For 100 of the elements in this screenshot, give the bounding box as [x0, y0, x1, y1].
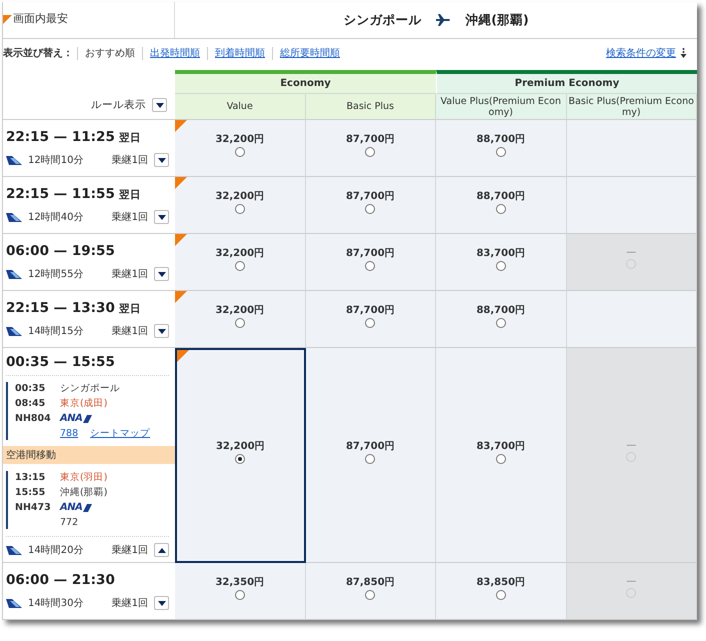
departure-station: 東京(羽田)	[60, 471, 108, 484]
fare-price: 88,700円	[476, 304, 526, 316]
caret-up-icon	[156, 546, 166, 554]
fare-price: 87,700円	[346, 246, 395, 260]
arrival-time: 08:45	[15, 397, 46, 410]
radio-button[interactable]	[496, 146, 506, 156]
flight-times: 22:15 — 11:25	[6, 129, 115, 145]
fare-cell[interactable]: 88,700円	[436, 120, 566, 177]
stops-label: 乗継1回	[112, 268, 148, 281]
fare-cell[interactable]: 88,700円	[436, 291, 566, 348]
airplane-icon	[435, 12, 452, 28]
radio-button[interactable]	[234, 204, 245, 214]
rules-dropdown-button[interactable]	[152, 98, 167, 112]
fare-cell[interactable]: 32,200円	[175, 120, 306, 177]
next-day-label: 翌日	[118, 188, 141, 202]
fare-cell[interactable]: 88,700円	[436, 177, 566, 234]
down-arrow-icon	[680, 48, 687, 58]
radio-button[interactable]	[496, 204, 506, 214]
seat-map-link[interactable]: シートマップ	[90, 427, 150, 440]
stops-label: 乗継1回	[112, 324, 148, 338]
fare-cell[interactable]: 87,700円	[306, 291, 436, 348]
radio-button[interactable]	[234, 260, 245, 270]
radio-button[interactable]	[365, 146, 376, 156]
corner-flag-icon	[3, 15, 12, 24]
radio-button[interactable]	[496, 454, 506, 464]
fare-cell[interactable]: 87,700円	[306, 120, 436, 177]
fare-cell[interactable]: 32,200円	[175, 177, 306, 234]
sort-link[interactable]: 出発時間順	[150, 48, 200, 58]
radio-button[interactable]	[234, 590, 245, 600]
unavailable-dash: —	[626, 247, 636, 258]
fare-cell[interactable]: 87,700円	[306, 348, 436, 563]
radio-button[interactable]	[365, 204, 376, 214]
radio-button[interactable]	[496, 318, 506, 328]
radio-button[interactable]	[234, 318, 245, 328]
details-toggle-button[interactable]	[154, 267, 169, 281]
details-toggle-button[interactable]	[154, 543, 169, 557]
flight-duration: 12時間40分	[28, 210, 84, 224]
fare-cell[interactable]: 83,700円	[436, 348, 566, 563]
fare-cell[interactable]: 87,850円	[306, 563, 436, 620]
aircraft-type: 772	[60, 516, 78, 529]
radio-button[interactable]	[234, 146, 245, 156]
destination-city: 沖縄(那覇)	[465, 12, 529, 28]
caret-down-icon	[154, 102, 164, 108]
fare-cell[interactable]: 83,700円	[436, 234, 566, 291]
fare-cell[interactable]: 32,200円	[175, 291, 306, 348]
flight-number: NH804	[15, 412, 52, 425]
fare-cell[interactable]: 87,700円	[306, 234, 436, 291]
departure-time: 00:35	[15, 382, 46, 395]
fare-price: 32,200円	[216, 440, 265, 453]
fare-cell[interactable]: 32,350円	[175, 563, 306, 620]
details-toggle-button[interactable]	[154, 153, 169, 167]
radio-button[interactable]	[496, 590, 506, 600]
fare-group-header: Economy	[175, 70, 436, 94]
fare-cell[interactable]: 32,200円	[175, 348, 306, 563]
rules-label: ルール表示	[91, 98, 146, 112]
arrival-station: 沖縄(那覇)	[60, 486, 108, 499]
fare-cell[interactable]: 83,850円	[436, 563, 566, 620]
fare-price: 32,200円	[215, 246, 264, 260]
arrival-station: 東京(成田)	[60, 397, 108, 410]
fare-price: 87,700円	[346, 132, 395, 146]
radio-button[interactable]	[496, 260, 506, 270]
radio-button[interactable]	[365, 454, 376, 464]
radio-button[interactable]	[235, 454, 246, 464]
details-toggle-button[interactable]	[154, 596, 169, 610]
change-search-link[interactable]: 検索条件の変更	[606, 46, 676, 60]
fare-price: 32,200円	[215, 132, 264, 146]
details-toggle-button[interactable]	[154, 324, 169, 338]
flight-duration: 14時間20分	[28, 544, 84, 557]
stops-label: 乗継1回	[112, 596, 148, 610]
radio-button[interactable]	[365, 590, 376, 600]
airline-logo: ANA	[60, 501, 169, 514]
radio-button[interactable]	[365, 260, 376, 270]
aircraft-link[interactable]: 788	[60, 427, 78, 440]
fare-type-header: Basic Plus	[306, 94, 436, 120]
fare-cell[interactable]: 32,200円	[175, 234, 306, 291]
stops-label: 乗継1回	[112, 154, 148, 167]
fare-group-header: Premium Economy	[436, 70, 697, 94]
unavailable-dash: —	[626, 440, 636, 451]
fare-price: 32,350円	[215, 576, 264, 588]
airline-logo: ANA	[60, 412, 169, 425]
airline-tail-icon	[6, 211, 22, 223]
arrival-time: 15:55	[15, 486, 46, 499]
fare-cell[interactable]: 87,700円	[306, 177, 436, 234]
fare-price: 83,700円	[476, 440, 526, 452]
departure-time: 13:15	[15, 471, 46, 484]
caret-down-icon	[156, 328, 166, 334]
radio-button[interactable]	[365, 318, 376, 328]
fare-price: 32,200円	[215, 190, 264, 202]
stops-label: 乗継1回	[112, 210, 148, 224]
sort-option[interactable]: おすすめ順	[85, 48, 135, 58]
sort-link[interactable]: 到着時間順	[215, 48, 265, 58]
next-day-label: 翌日	[118, 302, 141, 316]
flight-times: 06:00 — 19:55	[6, 243, 115, 259]
airline-tail-icon	[6, 268, 22, 280]
sort-link[interactable]: 総所要時間順	[280, 48, 340, 58]
details-toggle-button[interactable]	[154, 210, 169, 224]
flight-times: 06:00 — 21:30	[6, 572, 115, 588]
airline-tail-icon	[6, 154, 22, 166]
flight-times: 22:15 — 11:55	[6, 186, 115, 202]
next-day-label: 翌日	[118, 131, 141, 145]
